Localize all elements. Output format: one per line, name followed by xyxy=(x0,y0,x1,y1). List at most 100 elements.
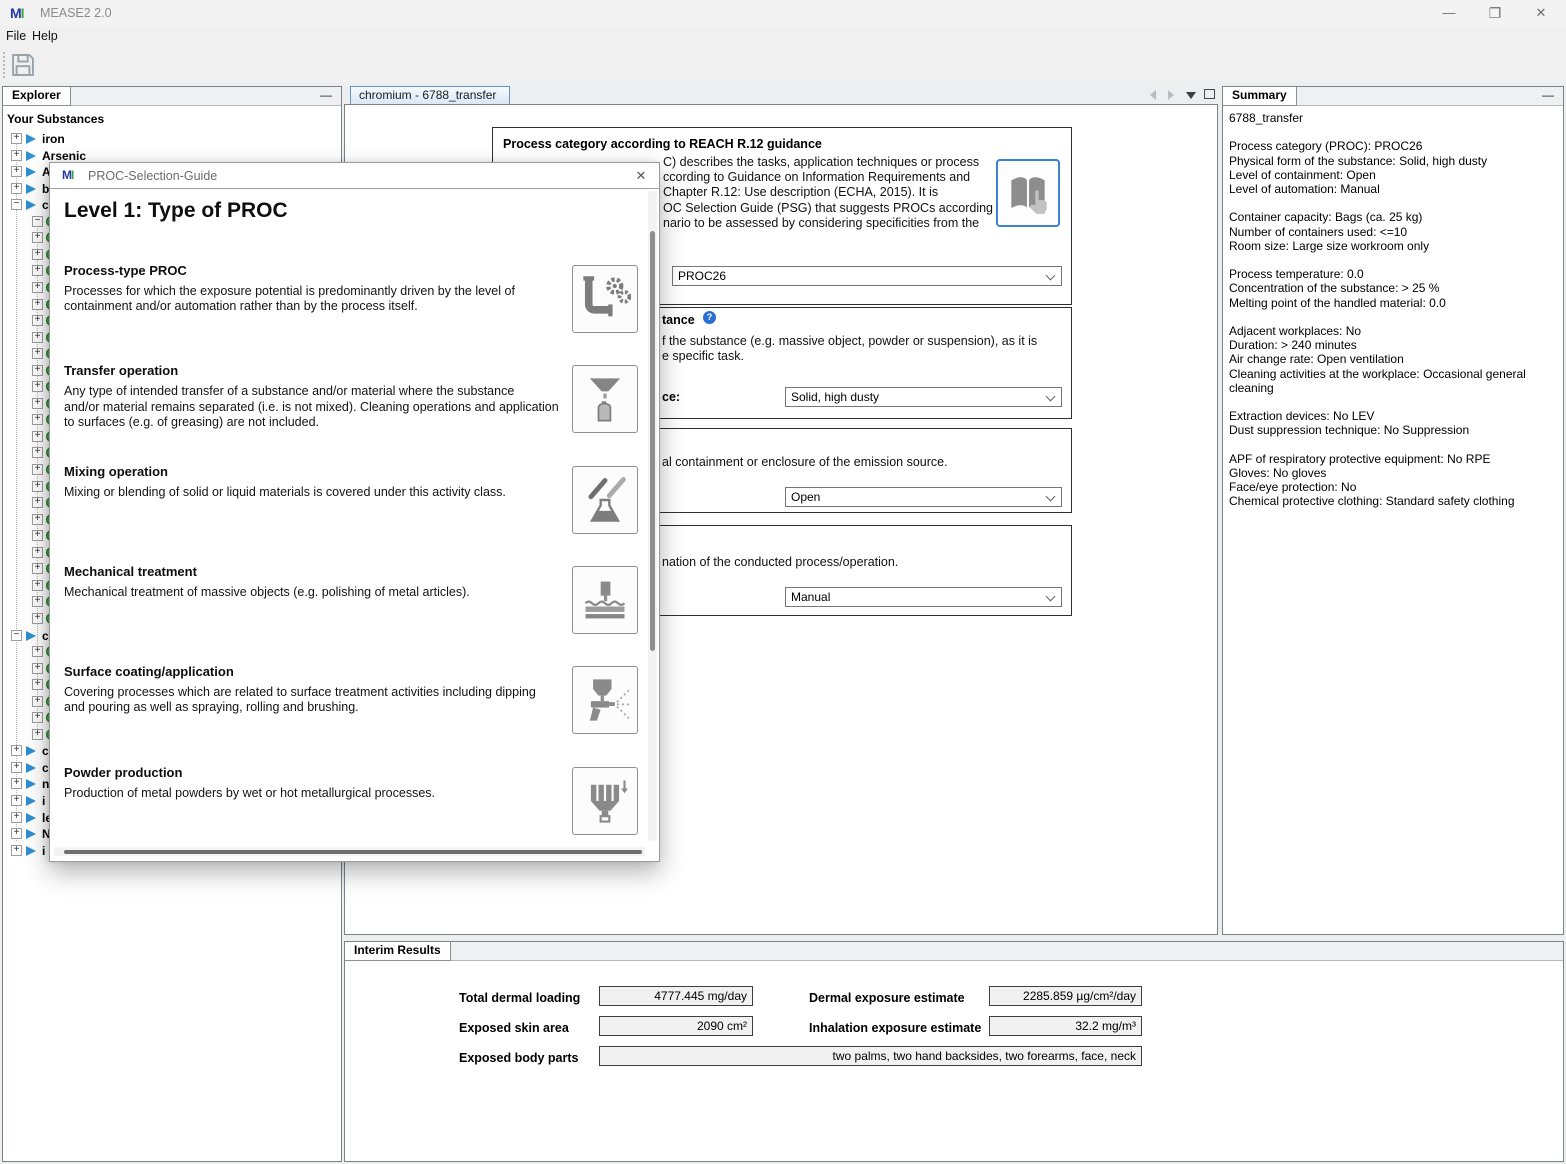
tree-expander[interactable]: + xyxy=(11,745,22,756)
summary-minimize-button[interactable]: — xyxy=(1539,88,1557,104)
tree-expander[interactable]: + xyxy=(32,696,43,707)
tree-expander[interactable]: + xyxy=(32,381,43,392)
tree-expander[interactable]: + xyxy=(11,778,22,789)
process-category-description: C) describes the tasks, application tech… xyxy=(663,155,1003,231)
tree-expander[interactable]: − xyxy=(11,630,22,641)
tree-expander[interactable]: + xyxy=(32,646,43,657)
tree-expander[interactable]: + xyxy=(32,712,43,723)
save-button[interactable] xyxy=(9,51,37,79)
tree-expander[interactable]: + xyxy=(32,299,43,310)
summary-header: Summary — xyxy=(1223,87,1563,106)
tree-expander[interactable]: + xyxy=(32,679,43,690)
tree-expander[interactable]: + xyxy=(11,795,22,806)
tree-expander[interactable]: + xyxy=(32,431,43,442)
powder-atomizer-icon xyxy=(579,774,631,828)
section-heading: Mixing operation xyxy=(64,464,648,479)
tree-expander[interactable]: + xyxy=(32,613,43,624)
tree-expander[interactable]: + xyxy=(32,232,43,243)
surface-tool-icon xyxy=(579,573,631,627)
proc-type-section[interactable]: Process-type PROC Processes for which th… xyxy=(64,263,648,363)
tree-expander[interactable]: − xyxy=(11,199,22,210)
tree-item-label[interactable]: iron xyxy=(42,131,65,147)
menu-help[interactable]: Help xyxy=(26,29,64,43)
section-icon-frame xyxy=(572,365,638,433)
tab-scroll-right-icon[interactable] xyxy=(1168,90,1174,100)
substance-icon xyxy=(26,167,36,177)
proc-type-section[interactable]: Transfer operation Any type of intended … xyxy=(64,363,648,463)
containment-dropdown[interactable]: Open xyxy=(785,487,1062,507)
tree-expander[interactable]: + xyxy=(32,514,43,525)
tree-expander[interactable]: + xyxy=(11,183,22,194)
dialog-vertical-scrollbar-thumb[interactable] xyxy=(650,231,655,651)
tree-expander[interactable]: + xyxy=(32,398,43,409)
tree-expander[interactable]: + xyxy=(32,282,43,293)
interim-panel-title: Interim Results xyxy=(345,942,451,961)
tree-expander[interactable]: + xyxy=(32,315,43,326)
tree-expander[interactable]: + xyxy=(32,414,43,425)
substance-icon xyxy=(26,184,36,194)
proc-dropdown[interactable]: PROC26 xyxy=(672,266,1062,286)
substance-icon xyxy=(26,796,36,806)
close-window-button[interactable]: ✕ xyxy=(1518,0,1564,26)
substance-icon xyxy=(26,763,36,773)
tree-expander[interactable]: + xyxy=(32,249,43,260)
tree-item-label[interactable]: c xyxy=(42,197,49,213)
tree-expander[interactable]: + xyxy=(11,828,22,839)
tree-expander[interactable]: + xyxy=(32,464,43,475)
tree-expander[interactable]: + xyxy=(32,729,43,740)
substance-icon xyxy=(26,200,36,210)
menu-bar: File Help xyxy=(0,26,1566,48)
tree-expander[interactable]: − xyxy=(32,216,43,227)
tree-item-label[interactable]: c xyxy=(42,743,49,759)
tree-expander[interactable]: + xyxy=(32,563,43,574)
tab-maximize-icon[interactable] xyxy=(1204,89,1215,99)
automation-dropdown-value: Manual xyxy=(791,590,830,604)
exposed-body-parts-value: two palms, two hand backsides, two forea… xyxy=(599,1046,1142,1066)
tree-expander[interactable]: + xyxy=(32,580,43,591)
tree-expander[interactable]: + xyxy=(32,663,43,674)
tree-expander[interactable]: + xyxy=(32,547,43,558)
physical-form-dropdown[interactable]: Solid, high dusty xyxy=(785,387,1062,407)
tree-expander[interactable]: + xyxy=(32,481,43,492)
help-icon[interactable]: ? xyxy=(703,311,716,324)
tree-expander[interactable]: + xyxy=(11,762,22,773)
tree-expander[interactable]: + xyxy=(11,812,22,823)
tree-expander[interactable]: + xyxy=(32,365,43,376)
tree-item-label[interactable]: c xyxy=(42,760,49,776)
automation-dropdown[interactable]: Manual xyxy=(785,587,1062,607)
substance-icon xyxy=(26,829,36,839)
maximize-window-button[interactable]: ❐ xyxy=(1472,0,1518,26)
document-tab[interactable]: chromium - 6788_transfer xyxy=(350,86,510,105)
physical-form-title-fragment: tance xyxy=(662,313,695,327)
tree-expander[interactable]: + xyxy=(11,133,22,144)
tree-expander[interactable]: + xyxy=(32,332,43,343)
tree-expander[interactable]: + xyxy=(32,497,43,508)
tree-item-label[interactable]: i xyxy=(42,793,45,809)
summary-panel-title: Summary xyxy=(1223,87,1297,106)
proc-type-section[interactable]: Mechanical treatment Mechanical treatmen… xyxy=(64,564,648,664)
substance-icon xyxy=(26,779,36,789)
tree-expander[interactable]: + xyxy=(32,596,43,607)
tree-expander[interactable]: + xyxy=(11,845,22,856)
tree-expander[interactable]: + xyxy=(32,265,43,276)
open-selection-guide-button[interactable] xyxy=(996,159,1060,227)
total-dermal-loading-label: Total dermal loading xyxy=(459,991,580,1005)
inhalation-exposure-value: 32.2 mg/m³ xyxy=(989,1016,1142,1036)
tree-item-label[interactable]: i xyxy=(42,843,45,859)
proc-type-section[interactable]: Surface coating/application Covering pro… xyxy=(64,664,648,764)
dialog-horizontal-scrollbar-thumb[interactable] xyxy=(64,850,642,854)
minimize-window-button[interactable]: — xyxy=(1426,0,1472,26)
tab-list-dropdown-icon[interactable] xyxy=(1186,92,1196,99)
tree-item-label[interactable]: c xyxy=(42,628,49,644)
tree-expander[interactable]: + xyxy=(32,530,43,541)
proc-type-section[interactable]: Mixing operation Mixing or blending of s… xyxy=(64,464,648,564)
tree-expander[interactable]: + xyxy=(11,166,22,177)
interim-results-panel: Interim Results Total dermal loading 477… xyxy=(344,941,1564,1162)
tab-scroll-left-icon[interactable] xyxy=(1150,90,1156,100)
section-description: Production of metal powders by wet or ho… xyxy=(64,786,564,801)
tree-expander[interactable]: + xyxy=(32,447,43,458)
tree-expander[interactable]: + xyxy=(11,150,22,161)
tree-row: + iron xyxy=(3,131,341,147)
tree-expander[interactable]: + xyxy=(32,348,43,359)
exposed-skin-area-value: 2090 cm² xyxy=(599,1016,753,1036)
